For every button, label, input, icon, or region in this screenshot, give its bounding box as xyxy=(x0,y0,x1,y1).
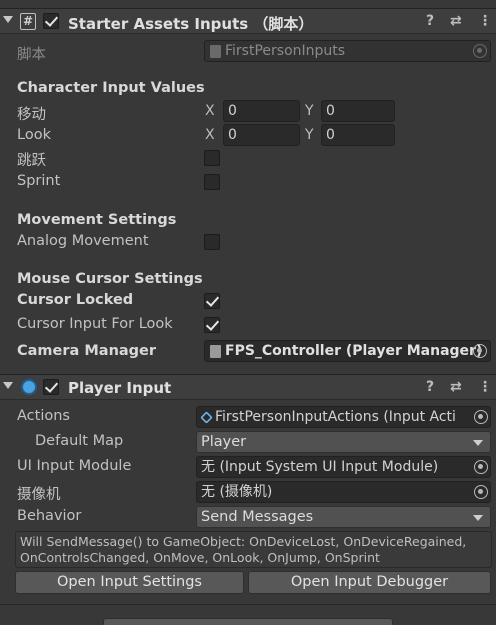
move-y-axis-label[interactable]: Y xyxy=(305,103,314,119)
default-map-value: Player xyxy=(201,434,247,450)
jump-label: 跳跃 xyxy=(17,153,46,169)
component-header-starter-assets[interactable]: # Starter Assets Inputs （脚本） ? ⇄ ⋮ xyxy=(0,8,496,34)
move-x-axis-label[interactable]: X xyxy=(205,103,215,119)
camera-manager-value: FPS_Controller (Player Manager) xyxy=(225,343,483,359)
open-input-debugger-button[interactable]: Open Input Debugger xyxy=(248,571,491,594)
section-mouse-cursor: Mouse Cursor Settings xyxy=(17,271,203,287)
foldout-arrow-icon[interactable] xyxy=(3,16,13,23)
ui-input-module-field[interactable]: 无 (Input System UI Input Module) xyxy=(196,456,491,478)
component-enabled-checkbox[interactable] xyxy=(43,379,59,395)
actions-value: FirstPersonInputActions (Input Acti xyxy=(215,409,456,425)
help-icon[interactable]: ? xyxy=(426,379,434,395)
move-x-input[interactable]: 0 xyxy=(223,100,300,122)
default-map-dropdown[interactable]: Player xyxy=(196,431,491,453)
camera-manager-label: Camera Manager xyxy=(17,343,157,359)
component-enabled-checkbox[interactable] xyxy=(43,13,59,29)
object-picker-icon[interactable] xyxy=(474,485,488,499)
analog-movement-checkbox[interactable] xyxy=(204,234,220,250)
camera-label: 摄像机 xyxy=(17,487,61,503)
more-options-icon[interactable]: ⋮ xyxy=(478,13,492,29)
jump-checkbox[interactable] xyxy=(204,150,220,166)
script-label: 脚本 xyxy=(17,47,46,63)
help-icon[interactable]: ? xyxy=(426,13,438,29)
cursor-input-look-label: Cursor Input For Look xyxy=(17,316,173,332)
ui-input-module-value: 无 (Input System UI Input Module) xyxy=(201,459,439,475)
component-title: Player Input xyxy=(68,379,172,397)
behavior-dropdown[interactable]: Send Messages xyxy=(196,506,491,528)
behavior-value: Send Messages xyxy=(201,509,314,525)
object-picker-icon xyxy=(473,44,487,58)
camera-value: 无 (摄像机) xyxy=(201,484,273,500)
script-file-icon xyxy=(210,45,221,58)
presets-icon[interactable]: ⇄ xyxy=(450,13,462,29)
actions-label: Actions xyxy=(17,408,70,424)
section-character-input: Character Input Values xyxy=(17,80,205,96)
open-input-settings-button[interactable]: Open Input Settings xyxy=(15,571,244,594)
cursor-locked-checkbox[interactable] xyxy=(204,293,220,309)
camera-field[interactable]: 无 (摄像机) xyxy=(196,481,491,503)
object-file-icon xyxy=(210,345,221,358)
actions-field[interactable]: FirstPersonInputActions (Input Acti xyxy=(196,406,491,428)
object-picker-icon[interactable] xyxy=(474,410,488,424)
object-picker-icon[interactable] xyxy=(473,344,487,358)
component-title: Starter Assets Inputs （脚本） xyxy=(68,15,314,33)
look-label: Look xyxy=(17,127,51,143)
sprint-checkbox[interactable] xyxy=(204,174,220,190)
analog-movement-label: Analog Movement xyxy=(17,233,149,249)
default-map-label: Default Map xyxy=(35,433,124,449)
look-y-axis-label[interactable]: Y xyxy=(305,127,314,143)
look-x-axis-label[interactable]: X xyxy=(205,127,215,143)
camera-manager-field[interactable]: FPS_Controller (Player Manager) xyxy=(204,340,491,362)
presets-icon[interactable]: ⇄ xyxy=(450,379,462,395)
move-y-input[interactable]: 0 xyxy=(321,100,395,122)
object-picker-icon[interactable] xyxy=(474,460,488,474)
script-field: FirstPersonInputs xyxy=(204,40,491,62)
cursor-locked-label: Cursor Locked xyxy=(17,292,134,308)
behavior-label: Behavior xyxy=(17,508,82,524)
input-actions-asset-icon xyxy=(200,411,213,424)
chevron-down-icon xyxy=(473,515,483,521)
component-header-player-input[interactable]: Player Input ? ⇄ ⋮ xyxy=(0,374,496,400)
inspector-bottom-divider xyxy=(0,604,496,605)
chevron-down-icon xyxy=(473,440,483,446)
foldout-arrow-icon[interactable] xyxy=(3,382,13,389)
move-label: 移动 xyxy=(17,107,46,123)
cursor-input-look-checkbox[interactable] xyxy=(204,317,220,333)
send-message-help-box: Will SendMessage() to GameObject: OnDevi… xyxy=(15,531,492,568)
look-x-input[interactable]: 0 xyxy=(223,124,300,146)
add-component-button[interactable] xyxy=(103,618,393,625)
look-y-input[interactable]: 0 xyxy=(321,124,395,146)
ui-input-module-label: UI Input Module xyxy=(17,458,132,474)
sprint-label: Sprint xyxy=(17,173,61,189)
section-movement-settings: Movement Settings xyxy=(17,212,177,228)
more-options-icon[interactable]: ⋮ xyxy=(478,379,492,395)
input-system-icon xyxy=(21,379,37,395)
script-icon: # xyxy=(20,13,36,30)
script-value: FirstPersonInputs xyxy=(225,43,346,59)
